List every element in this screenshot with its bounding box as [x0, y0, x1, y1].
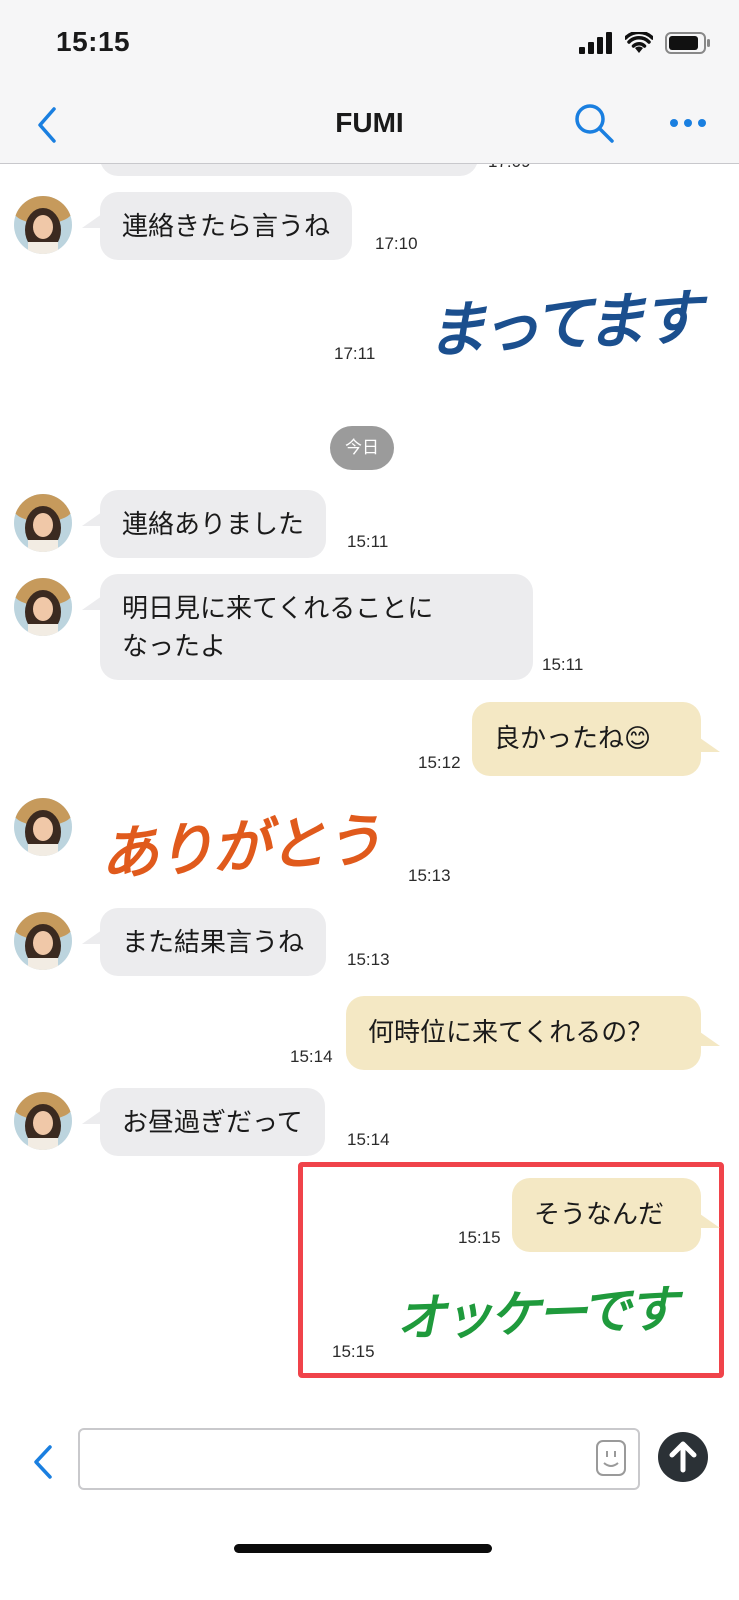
- message-time: 17:10: [375, 234, 418, 253]
- message-bubble[interactable]: お昼過ぎだって: [100, 1088, 325, 1156]
- message-bubble[interactable]: また結果言うね: [100, 908, 327, 976]
- message-time: 15:11: [542, 655, 584, 674]
- message-time: 17:09: [488, 164, 531, 172]
- bubble-tail: [82, 214, 102, 228]
- message-bubble[interactable]: 連絡ありました: [100, 490, 327, 558]
- message-time: 15:13: [347, 950, 390, 969]
- battery-icon: [665, 32, 710, 54]
- home-indicator[interactable]: [234, 1544, 492, 1553]
- message-line: 明日見に来てくれることに: [122, 594, 434, 624]
- message-bubble[interactable]: 良かったね😊: [472, 702, 701, 776]
- avatar-photo: [14, 578, 72, 636]
- chat-timeline[interactable]: 17:09 連絡きたら言うね 17:10 17:11 まってます 今日 連絡あり…: [0, 164, 739, 1404]
- avatar[interactable]: [14, 1092, 72, 1150]
- more-icon[interactable]: [668, 113, 708, 133]
- sticker-face-icon[interactable]: [596, 1440, 626, 1476]
- partial-message-bubble: [100, 164, 478, 176]
- bubble-tail: [700, 1032, 720, 1046]
- status-time: 15:15: [56, 26, 131, 57]
- input-bar: [0, 1404, 739, 1600]
- sticker-arigatou[interactable]: ありがとう: [98, 793, 382, 892]
- bubble-tail: [82, 1110, 102, 1124]
- wifi-icon: [625, 32, 653, 53]
- sticker-okkeedesu[interactable]: オッケーです: [395, 1269, 676, 1351]
- message-time: 15:14: [290, 1047, 333, 1066]
- bubble-tail: [82, 930, 102, 944]
- avatar-photo: [14, 1092, 72, 1150]
- expand-chevron-icon[interactable]: [30, 1444, 56, 1480]
- message-time: 15:15: [458, 1228, 501, 1247]
- avatar[interactable]: [14, 196, 72, 254]
- search-icon[interactable]: [572, 101, 616, 145]
- avatar-photo: [14, 912, 72, 970]
- message-time: 15:15: [332, 1342, 375, 1361]
- message-bubble[interactable]: 明日見に来てくれることに なったよ: [100, 574, 533, 680]
- avatar-photo: [14, 798, 72, 856]
- bubble-tail: [700, 1214, 720, 1228]
- chat-title: FUMI: [335, 107, 404, 138]
- message-time: 15:13: [408, 866, 451, 885]
- status-icons: [579, 32, 711, 54]
- message-line: なったよ: [122, 632, 227, 662]
- signal-icon: [579, 32, 612, 54]
- message-input[interactable]: [78, 1428, 640, 1490]
- date-separator: 今日: [330, 426, 394, 470]
- message-bubble[interactable]: 何時位に来てくれるの？: [346, 996, 701, 1070]
- bubble-tail: [82, 596, 102, 610]
- message-time: 15:14: [347, 1130, 390, 1149]
- avatar[interactable]: [14, 912, 72, 970]
- avatar[interactable]: [14, 798, 72, 856]
- message-time: 15:11: [347, 532, 389, 551]
- send-button[interactable]: [658, 1432, 708, 1482]
- sticker-matteimasu[interactable]: まってます: [424, 269, 700, 370]
- message-bubble[interactable]: そうなんだ: [512, 1178, 701, 1252]
- avatar-photo: [14, 494, 72, 552]
- message-bubble[interactable]: 連絡きたら言うね: [100, 192, 353, 260]
- bubble-tail: [82, 512, 102, 526]
- status-bar: 15:15: [0, 0, 739, 85]
- bubble-tail: [700, 738, 720, 752]
- face-glyph: [603, 1451, 619, 1467]
- avatar[interactable]: [14, 578, 72, 636]
- arrow-up-icon: [669, 1441, 697, 1473]
- nav-bar: FUMI: [0, 85, 739, 164]
- avatar[interactable]: [14, 494, 72, 552]
- avatar-photo: [14, 196, 72, 254]
- message-time: 15:12: [418, 753, 461, 772]
- message-time: 17:11: [334, 344, 376, 363]
